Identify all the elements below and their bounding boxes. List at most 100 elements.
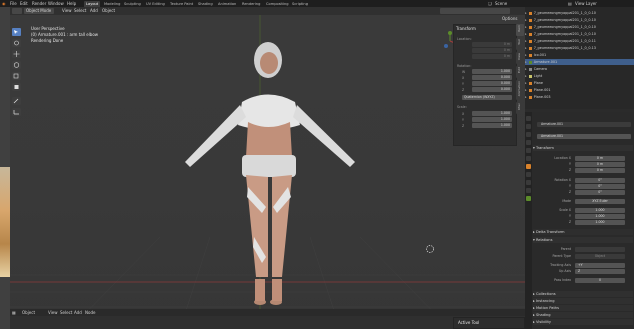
outliner-row[interactable]: ▸ Light	[525, 73, 634, 79]
footer-mode[interactable]: Object	[22, 309, 35, 316]
rotation-y-field[interactable]: 0°	[575, 184, 625, 189]
up-axis-dropdown[interactable]: Z	[575, 269, 625, 274]
npanel-loc-y-field[interactable]: 0 m	[472, 48, 512, 53]
shading-controls[interactable]	[440, 8, 510, 14]
expand-icon[interactable]: ▸	[525, 46, 527, 50]
move-tool-button[interactable]	[12, 50, 21, 58]
physics-tab-icon[interactable]	[526, 180, 531, 185]
tab-misc[interactable]: Misc	[516, 102, 524, 114]
object-name-field[interactable]: Armature.001	[537, 122, 631, 127]
expand-icon[interactable]: ▸	[525, 53, 527, 57]
npanel-scale-z-field[interactable]: 1.000	[472, 123, 512, 128]
tab-item[interactable]: Item	[516, 24, 524, 36]
outliner-row[interactable]: ▸ Camera	[525, 66, 634, 72]
annotate-tool-button[interactable]	[12, 97, 21, 105]
options-button[interactable]: Options	[502, 15, 517, 23]
outliner-row[interactable]: ▸ 7_geumeeongmyoppal201_1_0_0.10	[525, 24, 634, 30]
expand-icon[interactable]: ▸	[525, 11, 527, 15]
mode-dropdown[interactable]: Object Mode	[24, 8, 54, 14]
modifier-tab-icon[interactable]	[526, 172, 531, 177]
npanel-rot-x-field[interactable]: 0.000	[472, 75, 512, 80]
object-tab-icon[interactable]	[526, 164, 531, 169]
tab-animation[interactable]: Animation	[516, 80, 524, 100]
output-tab-icon[interactable]	[526, 132, 531, 137]
blender-logo-icon[interactable]: ◉	[2, 0, 6, 7]
expand-icon[interactable]: ▸	[525, 74, 527, 78]
constraint-tab-icon[interactable]	[526, 188, 531, 193]
transform-section[interactable]: ▾ Transform	[533, 145, 633, 151]
menu-help[interactable]: Help	[67, 0, 76, 7]
outliner-row[interactable]: ▸ Plane.003	[525, 94, 634, 100]
npanel-loc-z-field[interactable]: 0 m	[472, 54, 512, 59]
outliner-row[interactable]: ▸ 7_geumeeongmyoppal201_1_0_0.10	[525, 17, 634, 23]
npanel-rot-y-field[interactable]: 0.000	[472, 81, 512, 86]
outliner-row[interactable]: ▸ 7_geumeeongmyoppal201_1_0_0.10	[525, 10, 634, 16]
npanel-rot-z-field[interactable]: 0.000	[472, 87, 512, 92]
scale-x-field[interactable]: 1.000	[575, 208, 625, 213]
view-layer-tab-icon[interactable]	[526, 140, 531, 145]
cursor-tool-button[interactable]	[12, 39, 21, 47]
scene-tab-icon[interactable]	[526, 148, 531, 153]
collections-section[interactable]: ▸ Collections	[533, 291, 633, 297]
footer-menu-select[interactable]: Select	[60, 309, 72, 316]
expand-icon[interactable]: ▸	[525, 95, 527, 99]
object-name-input[interactable]: Armature.001	[537, 134, 631, 139]
parent-field[interactable]	[575, 247, 625, 252]
scene-icon[interactable]: ❏	[488, 0, 492, 7]
scale-y-field[interactable]: 1.000	[575, 214, 625, 219]
outliner-row[interactable]: ▸ Plane	[525, 80, 634, 86]
npanel-loc-x-field[interactable]: 0 m	[472, 42, 512, 47]
outliner-row[interactable]: ▸ Ico.001	[525, 52, 634, 58]
rotation-x-field[interactable]: 0°	[575, 178, 625, 183]
tab-view[interactable]: View	[516, 52, 524, 64]
active-tool-label[interactable]: Active Tool	[458, 320, 479, 325]
expand-icon[interactable]: ▸	[525, 39, 527, 43]
footer-menu-add[interactable]: Add	[74, 309, 82, 316]
tab-tool[interactable]: Tool	[516, 38, 524, 50]
menu-edit[interactable]: Edit	[20, 0, 28, 7]
world-tab-icon[interactable]	[526, 156, 531, 161]
tab-edit[interactable]: Edit	[516, 66, 524, 78]
location-y-field[interactable]: 0 m	[575, 162, 625, 167]
view-layer-icon[interactable]: ▤	[568, 0, 572, 7]
view-layer-name[interactable]: View Layer	[575, 0, 597, 7]
outliner-row-selected[interactable]: ▸ Armature.001	[525, 59, 634, 65]
instancing-section[interactable]: ▸ Instancing	[533, 298, 633, 304]
header-menu-select[interactable]: Select	[74, 7, 86, 15]
menu-window[interactable]: Window	[48, 0, 64, 7]
render-tab-icon[interactable]	[526, 124, 531, 129]
npanel-scale-x-field[interactable]: 1.000	[472, 111, 512, 116]
scale-z-field[interactable]: 1.000	[575, 220, 625, 225]
expand-icon[interactable]: ▸	[525, 18, 527, 22]
location-x-field[interactable]: 0 m	[575, 156, 625, 161]
footer-menu-node[interactable]: Node	[85, 309, 95, 316]
npanel-rotation-mode-dropdown[interactable]: Quaternion (WXYZ)	[462, 95, 512, 100]
header-menu-object[interactable]: Object	[102, 7, 115, 15]
tool-tab-icon[interactable]	[526, 116, 531, 121]
select-tool-button[interactable]	[12, 28, 21, 36]
footer-menu-view[interactable]: View	[48, 309, 58, 316]
rotation-mode-dropdown[interactable]: XYZ Euler	[575, 199, 625, 204]
outliner-row[interactable]: ▸ 7_geumeeongmyoppal201_1_0_0.10	[525, 31, 634, 37]
outliner-row[interactable]: ▸ 7_geumeeongmyoppal201_1_0_0.13	[525, 45, 634, 51]
location-z-field[interactable]: 0 m	[575, 168, 625, 173]
pass-index-field[interactable]: 0	[575, 278, 625, 283]
transform-tool-button[interactable]	[12, 83, 21, 91]
expand-icon[interactable]: ▸	[525, 88, 527, 92]
shading-section[interactable]: ▸ Shading	[533, 312, 633, 318]
outliner-row[interactable]: ▸ Plane.001	[525, 87, 634, 93]
footer-editor-icon[interactable]: ▦	[12, 309, 16, 316]
expand-icon[interactable]: ▸	[525, 32, 527, 36]
scene-name[interactable]: Scene	[495, 0, 507, 7]
expand-icon[interactable]: ▸	[525, 25, 527, 29]
parent-type-dropdown[interactable]: Object	[575, 254, 625, 259]
expand-icon[interactable]: ▸	[525, 81, 527, 85]
node-editor-area[interactable]	[10, 316, 525, 329]
relations-section[interactable]: ▾ Relations	[533, 237, 633, 243]
menu-render[interactable]: Render	[32, 0, 46, 7]
editor-type-button[interactable]	[12, 8, 22, 14]
armature-data-tab-icon[interactable]	[526, 196, 531, 201]
npanel-transform-header[interactable]: Transform	[456, 26, 476, 31]
3d-viewport[interactable]	[10, 7, 525, 329]
expand-icon[interactable]: ▸	[525, 67, 527, 71]
